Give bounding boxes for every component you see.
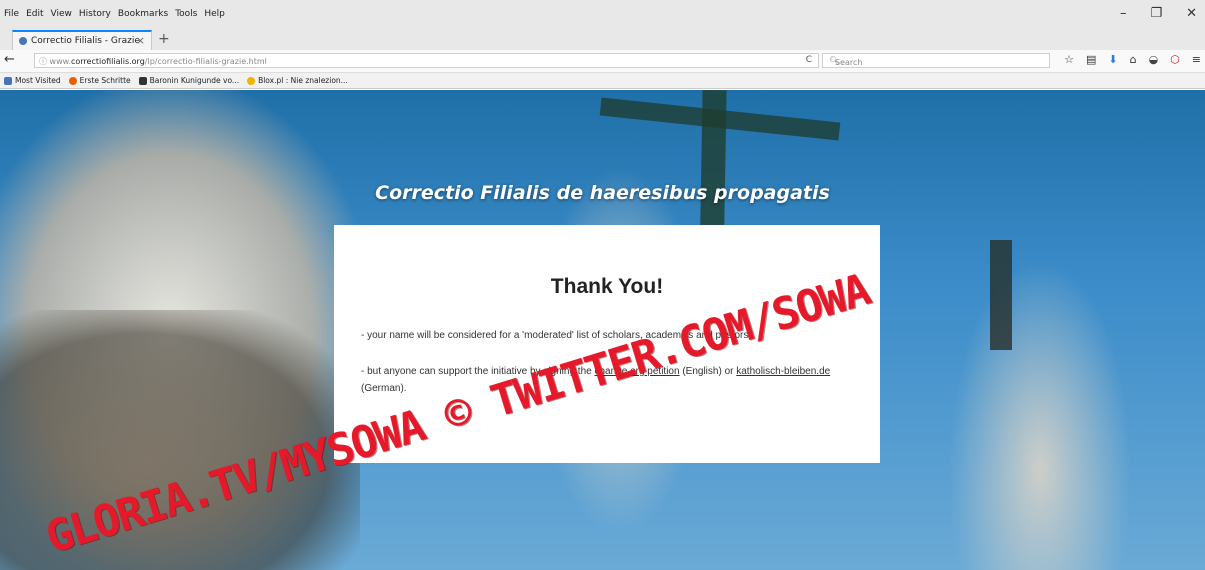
page-headline: Correctio Filialis de haeresibus propaga… — [375, 182, 830, 204]
menu-help[interactable]: Help — [204, 9, 225, 19]
tab-title: Correctio Filialis - Grazie — [31, 36, 140, 46]
bookmark-list-icon[interactable]: ▤ — [1086, 53, 1096, 66]
search-bar[interactable]: 🔍︎ Search — [822, 53, 1050, 68]
bookmark-icon — [247, 76, 256, 85]
menu-icon[interactable]: ≡ — [1192, 53, 1201, 66]
menu-history[interactable]: History — [79, 9, 111, 19]
firefox-icon — [68, 76, 77, 85]
back-button[interactable]: ← — [4, 52, 15, 67]
tab-correctio-filialis[interactable]: Correctio Filialis - Grazie × — [12, 30, 152, 50]
menu-bookmarks[interactable]: Bookmarks — [118, 9, 168, 19]
pocket-icon[interactable]: ◒ — [1149, 53, 1159, 66]
search-placeholder: 🔍︎ Search — [829, 56, 863, 67]
bookmark-icon — [4, 76, 12, 85]
toolbar-icons: ☆ ▤ ⬇ ⌂ ◒ ⬡ ≡ — [1064, 53, 1201, 66]
ublock-icon[interactable]: ⬡ — [1170, 53, 1180, 66]
restore-button[interactable]: ❐ — [1150, 6, 1162, 21]
bookmark-blox[interactable]: Blox.pl : Nie znalezion... — [247, 76, 348, 85]
home-icon[interactable]: ⌂ — [1130, 53, 1137, 66]
bookmark-erste-schritte[interactable]: Erste Schritte — [68, 76, 131, 85]
menu-file[interactable]: File — [4, 9, 19, 19]
close-window-button[interactable]: ✕ — [1186, 6, 1197, 21]
bookmark-most-visited[interactable]: Most Visited — [4, 76, 61, 85]
nav-toolbar: ← ⓘ www.correctiofilialis.org/lp/correct… — [0, 50, 1205, 73]
bookmark-icon — [138, 76, 147, 85]
site-info-icon[interactable]: ⓘ — [39, 57, 47, 66]
menu-edit[interactable]: Edit — [26, 9, 43, 19]
menu-bar: File Edit View History Bookmarks Tools H… — [0, 0, 1205, 28]
minimize-button[interactable]: – — [1120, 6, 1127, 21]
url-bar[interactable]: ⓘ www.correctiofilialis.org/lp/correctio… — [34, 53, 819, 68]
bookmark-baronin[interactable]: Baronin Kunigunde vo... — [138, 76, 239, 85]
reload-icon[interactable]: C — [806, 55, 812, 65]
star-icon[interactable]: ☆ — [1064, 53, 1074, 66]
url-text: ⓘ www.correctiofilialis.org/lp/correctio… — [39, 57, 267, 66]
new-tab-button[interactable]: + — [158, 31, 170, 47]
download-icon[interactable]: ⬇ — [1108, 53, 1117, 66]
katholisch-bleiben-link[interactable]: katholisch-bleiben.de — [736, 366, 830, 377]
background-cross — [990, 240, 1012, 350]
bookmarks-toolbar: Most Visited Erste Schritte Baronin Kuni… — [0, 73, 1205, 89]
page-content: Correctio Filialis de haeresibus propaga… — [0, 90, 1205, 570]
favicon-icon — [19, 37, 27, 45]
window-controls: – ❐ ✕ — [1120, 6, 1197, 21]
menu-tools[interactable]: Tools — [175, 9, 197, 19]
tab-close-icon[interactable]: × — [136, 34, 145, 47]
tab-bar: Correctio Filialis - Grazie × — [0, 28, 1205, 50]
menu-view[interactable]: View — [51, 9, 72, 19]
menu-list: File Edit View History Bookmarks Tools H… — [4, 9, 225, 19]
